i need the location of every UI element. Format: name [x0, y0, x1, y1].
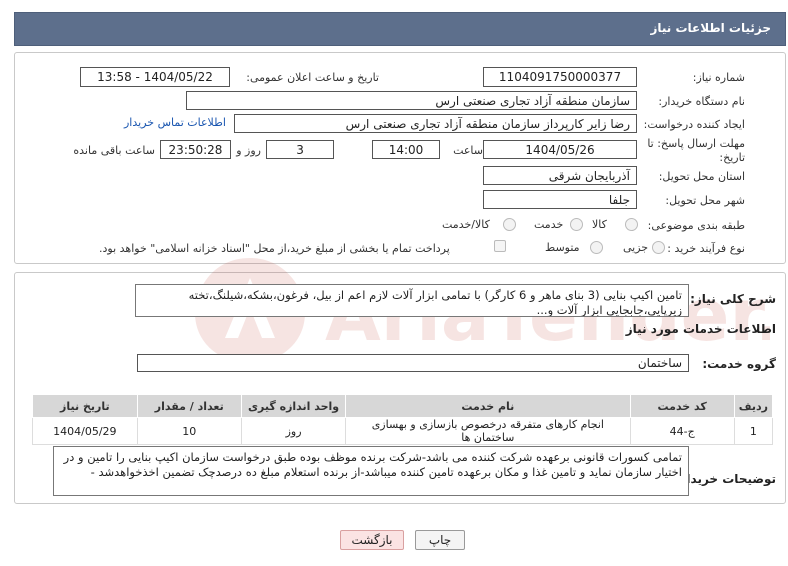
process-radio-minor[interactable]	[652, 241, 665, 254]
announce-datetime-field: 1404/05/22 - 13:58	[80, 67, 230, 87]
cell-service-name: انجام کارهای متفرقه درخصوص بازسازی و بهس…	[345, 417, 631, 445]
cell-row: 1	[733, 417, 774, 445]
cell-service-code: ج-44	[629, 417, 735, 445]
province-label: استان محل تحویل:	[658, 170, 745, 183]
requester-label: ایجاد کننده درخواست:	[643, 118, 745, 131]
need-number-field: 1104091750000377	[483, 67, 637, 87]
deadline-time-field: 14:00	[372, 140, 440, 159]
need-number-label: شماره نیاز:	[692, 71, 745, 84]
treasury-payment-checkbox[interactable]	[494, 240, 506, 252]
col-row: ردیف	[733, 394, 774, 418]
process-label: نوع فرآیند خرید :	[667, 242, 745, 255]
requester-field: رضا زایر کارپرداز سازمان منطقه آزاد تجار…	[234, 114, 637, 133]
cell-unit: روز	[240, 417, 347, 445]
table-row: 1 ج-44 انجام کارهای متفرقه درخصوص بازساز…	[32, 417, 774, 445]
service-group-field: ساختمان	[137, 354, 689, 372]
deadline-time-label: ساعت	[453, 144, 483, 157]
category-radio-service[interactable]	[570, 218, 583, 231]
col-unit: واحد اندازه گیری	[240, 394, 347, 418]
description-label: شرح کلی نیاز:	[690, 292, 776, 306]
services-title: اطلاعات خدمات مورد نیاز	[625, 322, 776, 336]
deadline-label-line1: مهلت ارسال پاسخ: تا	[647, 137, 745, 150]
category-option-service: خدمت	[534, 218, 564, 231]
back-button[interactable]: بازگشت	[340, 530, 404, 550]
buyer-notes-text: تمامی کسورات قانونی برعهده شرکت کننده می…	[53, 446, 689, 496]
category-option-goods: کالا	[592, 218, 607, 231]
days-field: 3	[266, 140, 334, 159]
services-table: ردیف کد خدمت نام خدمت واحد اندازه گیری ت…	[32, 394, 774, 445]
city-field: جلفا	[483, 190, 637, 209]
category-radio-goods-service[interactable]	[503, 218, 516, 231]
cell-need-date: 1404/05/29	[32, 417, 138, 445]
col-quantity: تعداد / مقدار	[136, 394, 242, 418]
province-field: آذربایجان شرقی	[483, 166, 637, 185]
col-need-date: تاریخ نیاز	[32, 394, 138, 418]
cell-quantity: 10	[136, 417, 242, 445]
page-title: جزئیات اطلاعات نیاز	[650, 21, 771, 35]
process-option-minor: جزیی	[623, 241, 649, 254]
services-table-header: ردیف کد خدمت نام خدمت واحد اندازه گیری ت…	[32, 394, 774, 418]
days-label: روز و	[236, 144, 261, 157]
col-service-name: نام خدمت	[345, 394, 631, 418]
process-option-medium: متوسط	[545, 241, 580, 254]
remaining-time-label: ساعت باقی مانده	[73, 144, 155, 157]
treasury-payment-note: پرداخت تمام یا بخشی از مبلغ خرید،از محل …	[99, 242, 450, 255]
buyer-org-label: نام دستگاه خریدار:	[658, 95, 745, 108]
buyer-contact-link[interactable]: اطلاعات تماس خریدار	[124, 116, 226, 129]
category-label: طبقه بندی موضوعی:	[647, 219, 745, 232]
buyer-notes-label: توضیحات خریدار:	[674, 472, 776, 486]
category-radio-goods[interactable]	[625, 218, 638, 231]
remaining-time-field: 23:50:28	[160, 140, 231, 159]
category-option-goods-service: کالا/خدمت	[442, 218, 490, 231]
page-header: جزئیات اطلاعات نیاز	[14, 12, 786, 46]
deadline-date-field: 1404/05/26	[483, 140, 637, 159]
announce-datetime-label: تاریخ و ساعت اعلان عمومی:	[246, 71, 379, 84]
deadline-label-line2: تاریخ:	[719, 151, 745, 164]
col-service-code: کد خدمت	[629, 394, 735, 418]
process-radio-medium[interactable]	[590, 241, 603, 254]
buyer-org-field: سازمان منطقه آزاد تجاری صنعتی ارس	[186, 91, 637, 110]
description-text: تامین اکیپ بنایی (3 بنای ماهر و 6 کارگر)…	[135, 284, 689, 317]
service-group-label: گروه خدمت:	[702, 357, 776, 371]
print-button[interactable]: چاپ	[415, 530, 465, 550]
city-label: شهر محل تحویل:	[665, 194, 745, 207]
